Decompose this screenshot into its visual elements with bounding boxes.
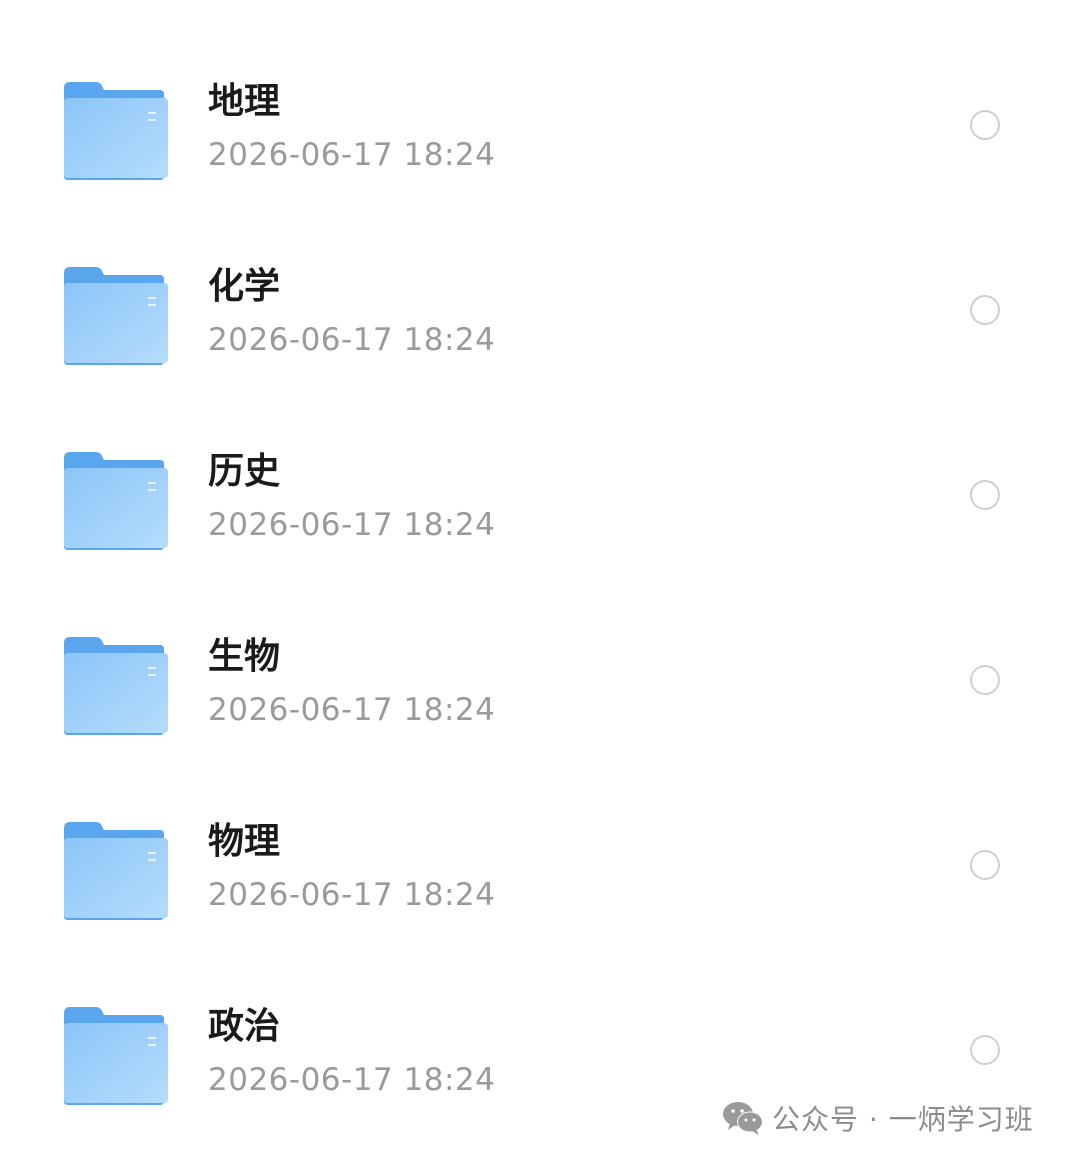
select-radio-icon[interactable] [970, 1035, 1000, 1065]
watermark-text: 公众号 · 一炳学习班 [772, 1103, 1034, 1136]
folder-icon [64, 822, 168, 920]
select-radio-icon[interactable] [970, 110, 1000, 140]
folder-date: 2026-06-17 18:24 [208, 692, 496, 728]
select-radio-icon[interactable] [970, 295, 1000, 325]
folder-date: 2026-06-17 18:24 [208, 877, 496, 913]
folder-icon [64, 82, 168, 180]
folder-row[interactable]: 地理 2026-06-17 18:24 [0, 82, 1080, 267]
folder-icon [64, 1007, 168, 1105]
watermark: 公众号 · 一炳学习班 [722, 1098, 1034, 1138]
folder-name: 历史 [208, 451, 281, 492]
folder-name: 物理 [208, 821, 281, 862]
folder-row[interactable]: 历史 2026-06-17 18:24 [0, 452, 1080, 637]
folder-name: 政治 [208, 1006, 281, 1047]
folder-date: 2026-06-17 18:24 [208, 322, 496, 358]
folder-icon [64, 452, 168, 550]
folder-name: 化学 [208, 266, 281, 307]
select-radio-icon[interactable] [970, 480, 1000, 510]
folder-icon [64, 267, 168, 365]
folder-date: 2026-06-17 18:24 [208, 137, 496, 173]
folder-icon [64, 637, 168, 735]
folder-row[interactable]: 物理 2026-06-17 18:24 [0, 822, 1080, 1007]
folder-date: 2026-06-17 18:24 [208, 507, 496, 543]
folder-name: 生物 [208, 636, 281, 677]
folder-name: 地理 [208, 81, 281, 122]
folder-list: 地理 2026-06-17 18:24 化学 2026-06-17 18:24 [0, 0, 1080, 1161]
folder-row[interactable]: 化学 2026-06-17 18:24 [0, 267, 1080, 452]
folder-date: 2026-06-17 18:24 [208, 1062, 496, 1098]
folder-row[interactable]: 生物 2026-06-17 18:24 [0, 637, 1080, 822]
select-radio-icon[interactable] [970, 665, 1000, 695]
select-radio-icon[interactable] [970, 850, 1000, 880]
wechat-icon [723, 1102, 763, 1135]
